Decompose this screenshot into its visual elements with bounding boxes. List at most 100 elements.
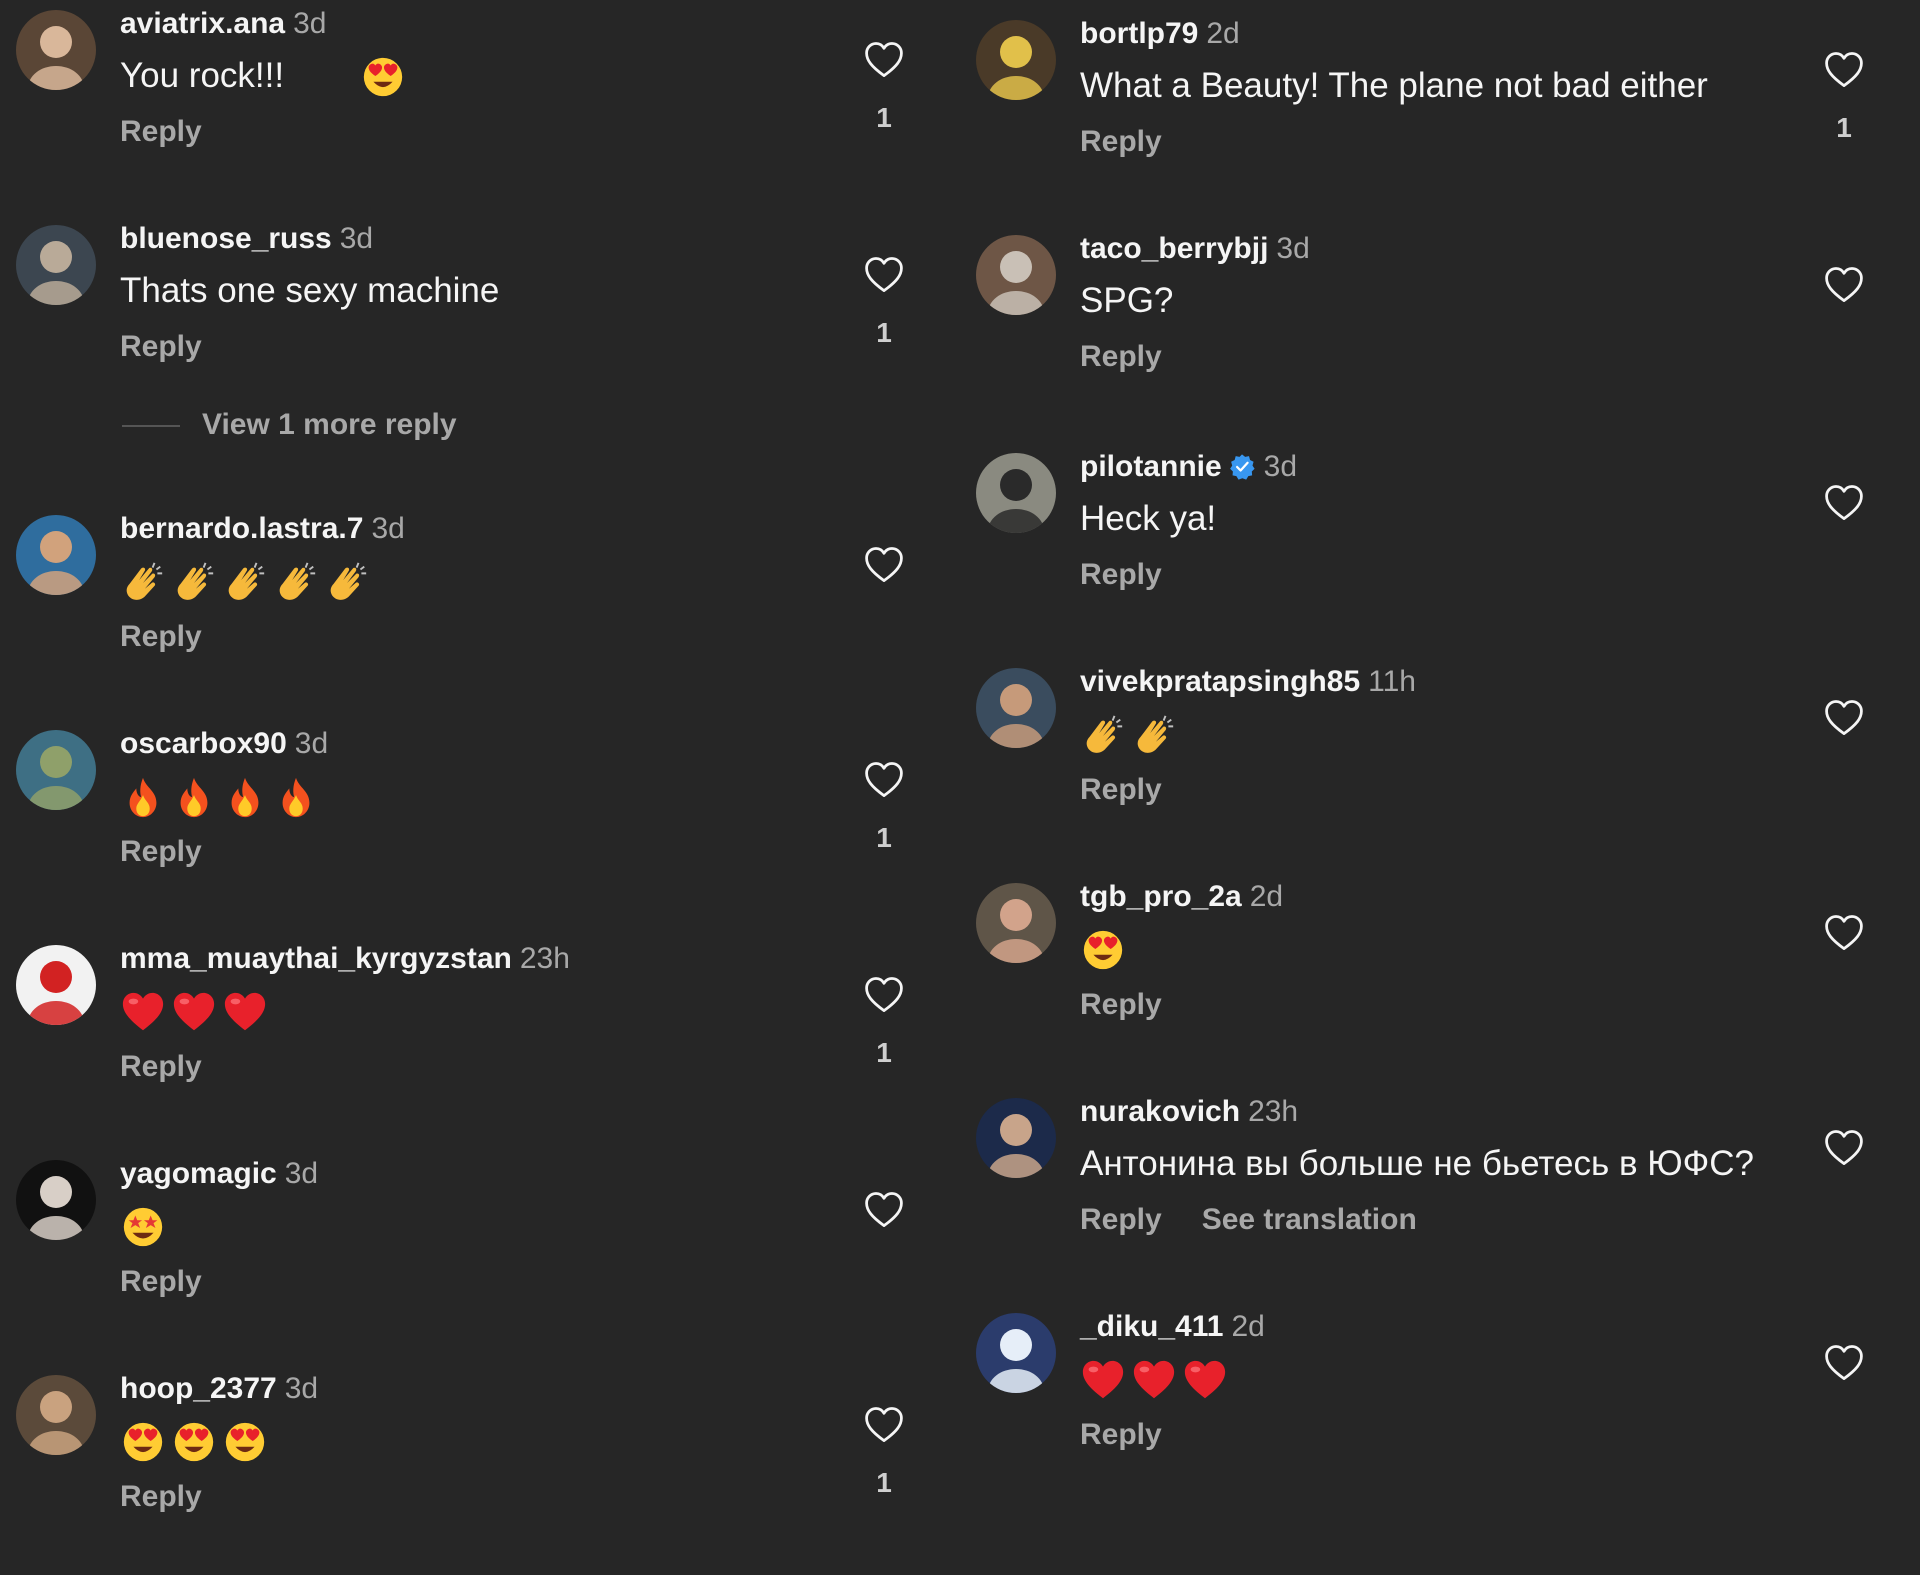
comment-actions: Reply — [1080, 124, 1162, 160]
comments-column-right: bortlp79 2d What a Beauty! The plane not b… — [960, 0, 1920, 1500]
avatar[interactable] — [16, 10, 96, 90]
comment-actions: Reply — [1080, 1417, 1162, 1453]
comment-actions: Reply — [1080, 987, 1162, 1023]
like-heart-icon[interactable] — [862, 543, 906, 587]
username[interactable]: _diku_411 — [1080, 1310, 1223, 1343]
emoji-row — [120, 774, 324, 824]
username[interactable]: mma_muaythai_kyrgyzstan — [120, 942, 512, 975]
avatar[interactable] — [976, 1313, 1056, 1393]
like-heart-icon[interactable] — [1822, 911, 1866, 955]
clap-emoji-icon — [273, 559, 319, 605]
username[interactable]: yagomagic — [120, 1157, 277, 1190]
like-count: 1 — [876, 822, 892, 853]
comment-actions: Reply — [120, 1049, 202, 1085]
avatar[interactable] — [976, 235, 1056, 315]
red-heart-emoji-icon — [1182, 1357, 1228, 1403]
reply-button[interactable]: Reply — [1080, 773, 1162, 806]
like-heart-icon[interactable] — [862, 1188, 906, 1232]
comment-meta: aviatrix.ana 3d — [120, 6, 326, 42]
like-heart-icon[interactable] — [1822, 1341, 1866, 1385]
username[interactable]: taco_berrybjj — [1080, 232, 1268, 265]
avatar[interactable] — [976, 668, 1056, 748]
reply-button[interactable]: Reply — [120, 1050, 202, 1083]
comment-item: bernardo.lastra.7 3d Reply — [0, 505, 960, 715]
timestamp: 3d — [1276, 232, 1310, 265]
avatar[interactable] — [976, 20, 1056, 100]
like-heart-icon[interactable] — [1822, 263, 1866, 307]
timestamp: 3d — [1263, 450, 1298, 483]
comment-text: Thats one sexy machine — [120, 271, 500, 310]
star-struck-emoji-icon — [120, 1204, 166, 1250]
avatar[interactable] — [16, 225, 96, 305]
reply-button[interactable]: Reply — [1080, 1418, 1162, 1451]
username[interactable]: bernardo.lastra.7 — [120, 512, 363, 545]
like-heart-icon[interactable] — [862, 1403, 906, 1447]
fire-emoji-icon — [120, 774, 166, 820]
red-heart-emoji-icon — [222, 989, 268, 1035]
red-heart-emoji-icon — [171, 989, 217, 1035]
like-heart-icon[interactable] — [1822, 48, 1866, 92]
like-heart-icon[interactable] — [1822, 1126, 1866, 1170]
clap-emoji-icon — [324, 559, 370, 605]
reply-button[interactable]: Reply — [1080, 558, 1162, 591]
comment-item: pilotannie 3d Heck ya! Reply — [960, 443, 1920, 653]
reply-button[interactable]: Reply — [120, 1265, 202, 1298]
reply-button[interactable]: Reply — [1080, 1203, 1162, 1236]
avatar[interactable] — [976, 453, 1056, 533]
username[interactable]: nurakovich — [1080, 1095, 1240, 1128]
like-heart-icon[interactable] — [862, 973, 906, 1017]
red-heart-emoji-icon — [1080, 1357, 1126, 1403]
reply-button[interactable]: Reply — [120, 835, 202, 868]
username[interactable]: vivekpratapsingh85 — [1080, 665, 1360, 698]
reply-button[interactable]: Reply — [120, 1480, 202, 1513]
username[interactable]: oscarbox90 — [120, 727, 287, 760]
reply-button[interactable]: Reply — [1080, 340, 1162, 373]
like-heart-icon[interactable] — [862, 38, 906, 82]
emoji-row — [120, 559, 375, 609]
timestamp: 3d — [294, 727, 329, 760]
clap-emoji-icon — [171, 559, 217, 605]
comment-actions: Reply — [120, 329, 202, 365]
comment-meta: nurakovich 23h — [1080, 1094, 1298, 1130]
username[interactable]: aviatrix.ana — [120, 7, 285, 40]
comment-item: tgb_pro_2a 2d Reply — [960, 873, 1920, 1083]
username[interactable]: pilotannie — [1080, 450, 1222, 483]
like-heart-icon[interactable] — [1822, 481, 1866, 525]
comment-meta: bortlp79 2d — [1080, 16, 1240, 52]
reply-button[interactable]: Reply — [1080, 988, 1162, 1021]
like-heart-icon[interactable] — [862, 253, 906, 297]
comment-meta: _diku_411 2d — [1080, 1309, 1265, 1345]
reply-button[interactable]: Reply — [120, 620, 202, 653]
see-translation-button[interactable]: See translation — [1202, 1203, 1417, 1236]
view-more-replies[interactable]: View 1 more reply — [122, 405, 622, 445]
heart-eyes-emoji-icon — [360, 54, 406, 100]
avatar[interactable] — [16, 730, 96, 810]
username[interactable]: hoop_2377 — [120, 1372, 277, 1405]
red-heart-emoji-icon — [1131, 1357, 1177, 1403]
view-more-replies-label[interactable]: View 1 more reply — [202, 405, 457, 445]
avatar[interactable] — [976, 1098, 1056, 1178]
comment-meta: bernardo.lastra.7 3d — [120, 511, 405, 547]
avatar[interactable] — [16, 515, 96, 595]
comment-text: You rock!!! — [120, 56, 285, 95]
like-heart-icon[interactable] — [862, 758, 906, 802]
comment-item: taco_berrybjj 3d SPG? Reply — [960, 225, 1920, 435]
reply-button[interactable]: Reply — [120, 115, 202, 148]
reply-button[interactable]: Reply — [120, 330, 202, 363]
timestamp: 3d — [371, 512, 405, 545]
like-heart-icon[interactable] — [1822, 696, 1866, 740]
reply-button[interactable]: Reply — [1080, 125, 1162, 158]
avatar[interactable] — [16, 945, 96, 1025]
like-count: 1 — [876, 1467, 892, 1498]
avatar[interactable] — [976, 883, 1056, 963]
avatar[interactable] — [16, 1375, 96, 1455]
comment-item: aviatrix.ana 3d You rock!!! Reply 1 — [0, 0, 960, 210]
comment-meta: tgb_pro_2a 2d — [1080, 879, 1283, 915]
timestamp: 3d — [339, 222, 374, 255]
comment-meta: taco_berrybjj 3d — [1080, 231, 1310, 267]
username[interactable]: tgb_pro_2a — [1080, 880, 1242, 913]
verified-badge-icon — [1228, 453, 1256, 481]
avatar[interactable] — [16, 1160, 96, 1240]
username[interactable]: bortlp79 — [1080, 17, 1198, 50]
username[interactable]: bluenose_russ — [120, 222, 332, 255]
